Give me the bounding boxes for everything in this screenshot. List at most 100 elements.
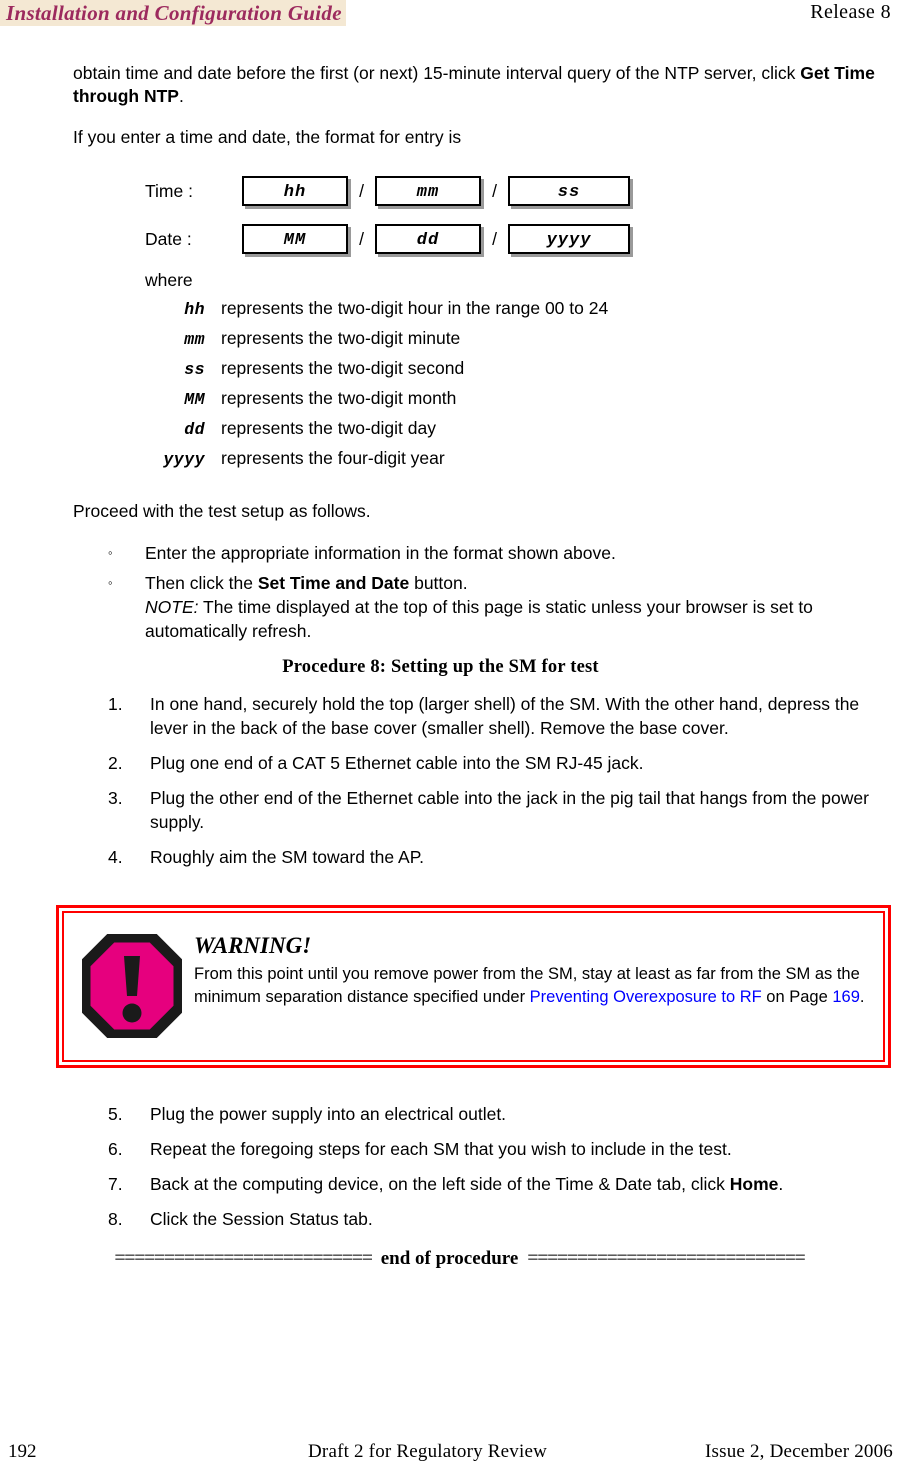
list-item: 7. Back at the computing device, on the …: [0, 1172, 899, 1196]
time-date-entry-diagram: Time : hh / mm / ss Date : MM / dd / yyy…: [0, 167, 899, 263]
definition-row: hh represents the two-digit hour in the …: [125, 294, 899, 324]
step-number: 7.: [108, 1174, 123, 1194]
bullet2-text-after: button.: [409, 573, 468, 593]
list-item: 6. Repeat the foregoing steps for each S…: [0, 1137, 899, 1161]
definition-term: mm: [184, 330, 205, 349]
definition-term: yyyy: [163, 450, 205, 469]
warning-box-inner: WARNING! From this point until you remov…: [62, 911, 885, 1062]
step7-text-before: Back at the computing device, on the lef…: [150, 1174, 730, 1194]
procedure-steps-part-2: 5. Plug the power supply into an electri…: [0, 1102, 899, 1231]
list-item: 2. Plug one end of a CAT 5 Ethernet cabl…: [0, 751, 899, 775]
end-of-procedure-label: end of procedure: [380, 1247, 519, 1269]
definition-description: represents the two-digit minute: [221, 328, 461, 348]
cross-reference-link[interactable]: Preventing Overexposure to RF: [530, 988, 762, 1006]
step-number: 3.: [108, 788, 123, 808]
intro-paragraph-2: If you enter a time and date, the format…: [73, 127, 462, 147]
step-number: 5.: [108, 1104, 123, 1124]
bullet-circle-icon: ◦: [108, 545, 113, 560]
bullet2-text-before: Then click the: [145, 573, 258, 593]
warning-text: From this point until you remove power f…: [194, 963, 867, 1009]
time-label: Time :: [145, 181, 193, 201]
definition-description: represents the two-digit second: [221, 358, 465, 378]
step-text: Plug the power supply into an electrical…: [150, 1104, 507, 1124]
time-hour-field[interactable]: hh: [242, 176, 348, 206]
definition-row: yyyy represents the four-digit year: [125, 444, 899, 474]
warning-text-middle: on Page: [761, 988, 833, 1006]
warning-text-after: .: [859, 988, 865, 1006]
step-number: 1.: [108, 694, 123, 714]
date-separator-1: /: [359, 228, 364, 249]
warning-title: WARNING!: [194, 933, 312, 958]
warning-content: WARNING! From this point until you remov…: [186, 930, 867, 1009]
list-item: ◦ Then click the Set Time and Date butto…: [0, 571, 889, 643]
list-item: 8. Click the Session Status tab.: [0, 1207, 899, 1231]
bullet-text: Then click the Set Time and Date button.…: [145, 571, 889, 643]
time-minute-field[interactable]: mm: [375, 176, 481, 206]
note-text: The time displayed at the top of this pa…: [145, 597, 813, 641]
time-second-field[interactable]: ss: [508, 176, 630, 206]
intro-para1-text-after: .: [178, 86, 184, 106]
step7-text-after: .: [778, 1174, 784, 1194]
where-label: where: [145, 270, 193, 290]
procedure-caption: Procedure 8: Setting up the SM for test: [282, 657, 599, 677]
definition-description: represents the two-digit hour in the ran…: [221, 298, 609, 318]
date-entry-row: Date : MM / dd / yyyy: [145, 215, 899, 263]
definition-row: ss represents the two-digit second: [125, 354, 899, 384]
intro-para1-text-before: obtain time and date before the first (o…: [73, 63, 801, 83]
time-entry-row: Time : hh / mm / ss: [145, 167, 899, 215]
procedure-steps-part-1: 1. In one hand, securely hold the top (l…: [0, 692, 899, 869]
step-number: 8.: [108, 1209, 123, 1229]
list-item: ◦ Enter the appropriate information in t…: [0, 541, 889, 565]
warning-octagon-icon: [79, 930, 186, 1043]
step-text: In one hand, securely hold the top (larg…: [150, 694, 860, 738]
set-time-and-date-button-name: Set Time and Date: [257, 573, 410, 593]
footer-center-text: Draft 2 for Regulatory Review: [308, 1441, 548, 1462]
cross-reference-page-link[interactable]: 169: [832, 988, 860, 1006]
format-definition-list: hh represents the two-digit hour in the …: [0, 294, 899, 474]
date-day-field[interactable]: dd: [375, 224, 481, 254]
step-number: 2.: [108, 753, 123, 773]
definition-row: mm represents the two-digit minute: [125, 324, 899, 354]
end-rule-right: ============================: [527, 1247, 806, 1269]
intro-paragraph-1: obtain time and date before the first (o…: [0, 62, 899, 108]
footer-issue-text: Issue 2, December 2006: [704, 1441, 893, 1462]
date-label: Date :: [145, 229, 192, 249]
definition-description: represents the four-digit year: [221, 448, 445, 468]
step-number: 4.: [108, 847, 123, 867]
time-separator-1: /: [359, 180, 364, 201]
definition-row: MM represents the two-digit month: [125, 384, 899, 414]
date-month-field[interactable]: MM: [242, 224, 348, 254]
end-of-procedure-rule: ========================== end of proced…: [0, 1247, 899, 1270]
list-item: 3. Plug the other end of the Ethernet ca…: [0, 786, 899, 834]
definition-term: ss: [184, 360, 205, 379]
time-separator-2: /: [492, 180, 497, 201]
home-button-name: Home: [729, 1174, 779, 1194]
step-text: Repeat the foregoing steps for each SM t…: [150, 1139, 732, 1159]
step-text: Plug the other end of the Ethernet cable…: [150, 788, 869, 832]
step-text: Click the Session Status tab.: [150, 1209, 373, 1229]
list-item: 5. Plug the power supply into an electri…: [0, 1102, 899, 1126]
note-label: NOTE:: [145, 597, 199, 617]
definition-term: dd: [184, 420, 205, 439]
definition-term: MM: [184, 390, 205, 409]
definition-description: represents the two-digit day: [221, 418, 436, 438]
bullet-circle-icon: ◦: [108, 575, 113, 590]
end-rule-left: ==========================: [114, 1247, 372, 1269]
header-release-label: Release 8: [810, 1, 891, 23]
step-text: Back at the computing device, on the lef…: [150, 1172, 801, 1196]
definition-term: hh: [184, 300, 205, 319]
header-document-title: Installation and Configuration Guide: [0, 0, 346, 26]
setup-bullet-list: ◦ Enter the appropriate information in t…: [0, 541, 899, 643]
warning-box: WARNING! From this point until you remov…: [56, 905, 891, 1068]
step-text: Roughly aim the SM toward the AP.: [150, 847, 424, 867]
step-text: Plug one end of a CAT 5 Ethernet cable i…: [150, 753, 644, 773]
date-year-field[interactable]: yyyy: [508, 224, 630, 254]
list-item: 4. Roughly aim the SM toward the AP.: [0, 845, 899, 869]
proceed-lead-in: Proceed with the test setup as follows.: [73, 501, 371, 521]
page-content: obtain time and date before the first (o…: [0, 62, 899, 1270]
step-number: 6.: [108, 1139, 123, 1159]
date-separator-2: /: [492, 228, 497, 249]
list-item: 1. In one hand, securely hold the top (l…: [0, 692, 899, 740]
definition-row: dd represents the two-digit day: [125, 414, 899, 444]
bullet-text: Enter the appropriate information in the…: [145, 543, 616, 563]
